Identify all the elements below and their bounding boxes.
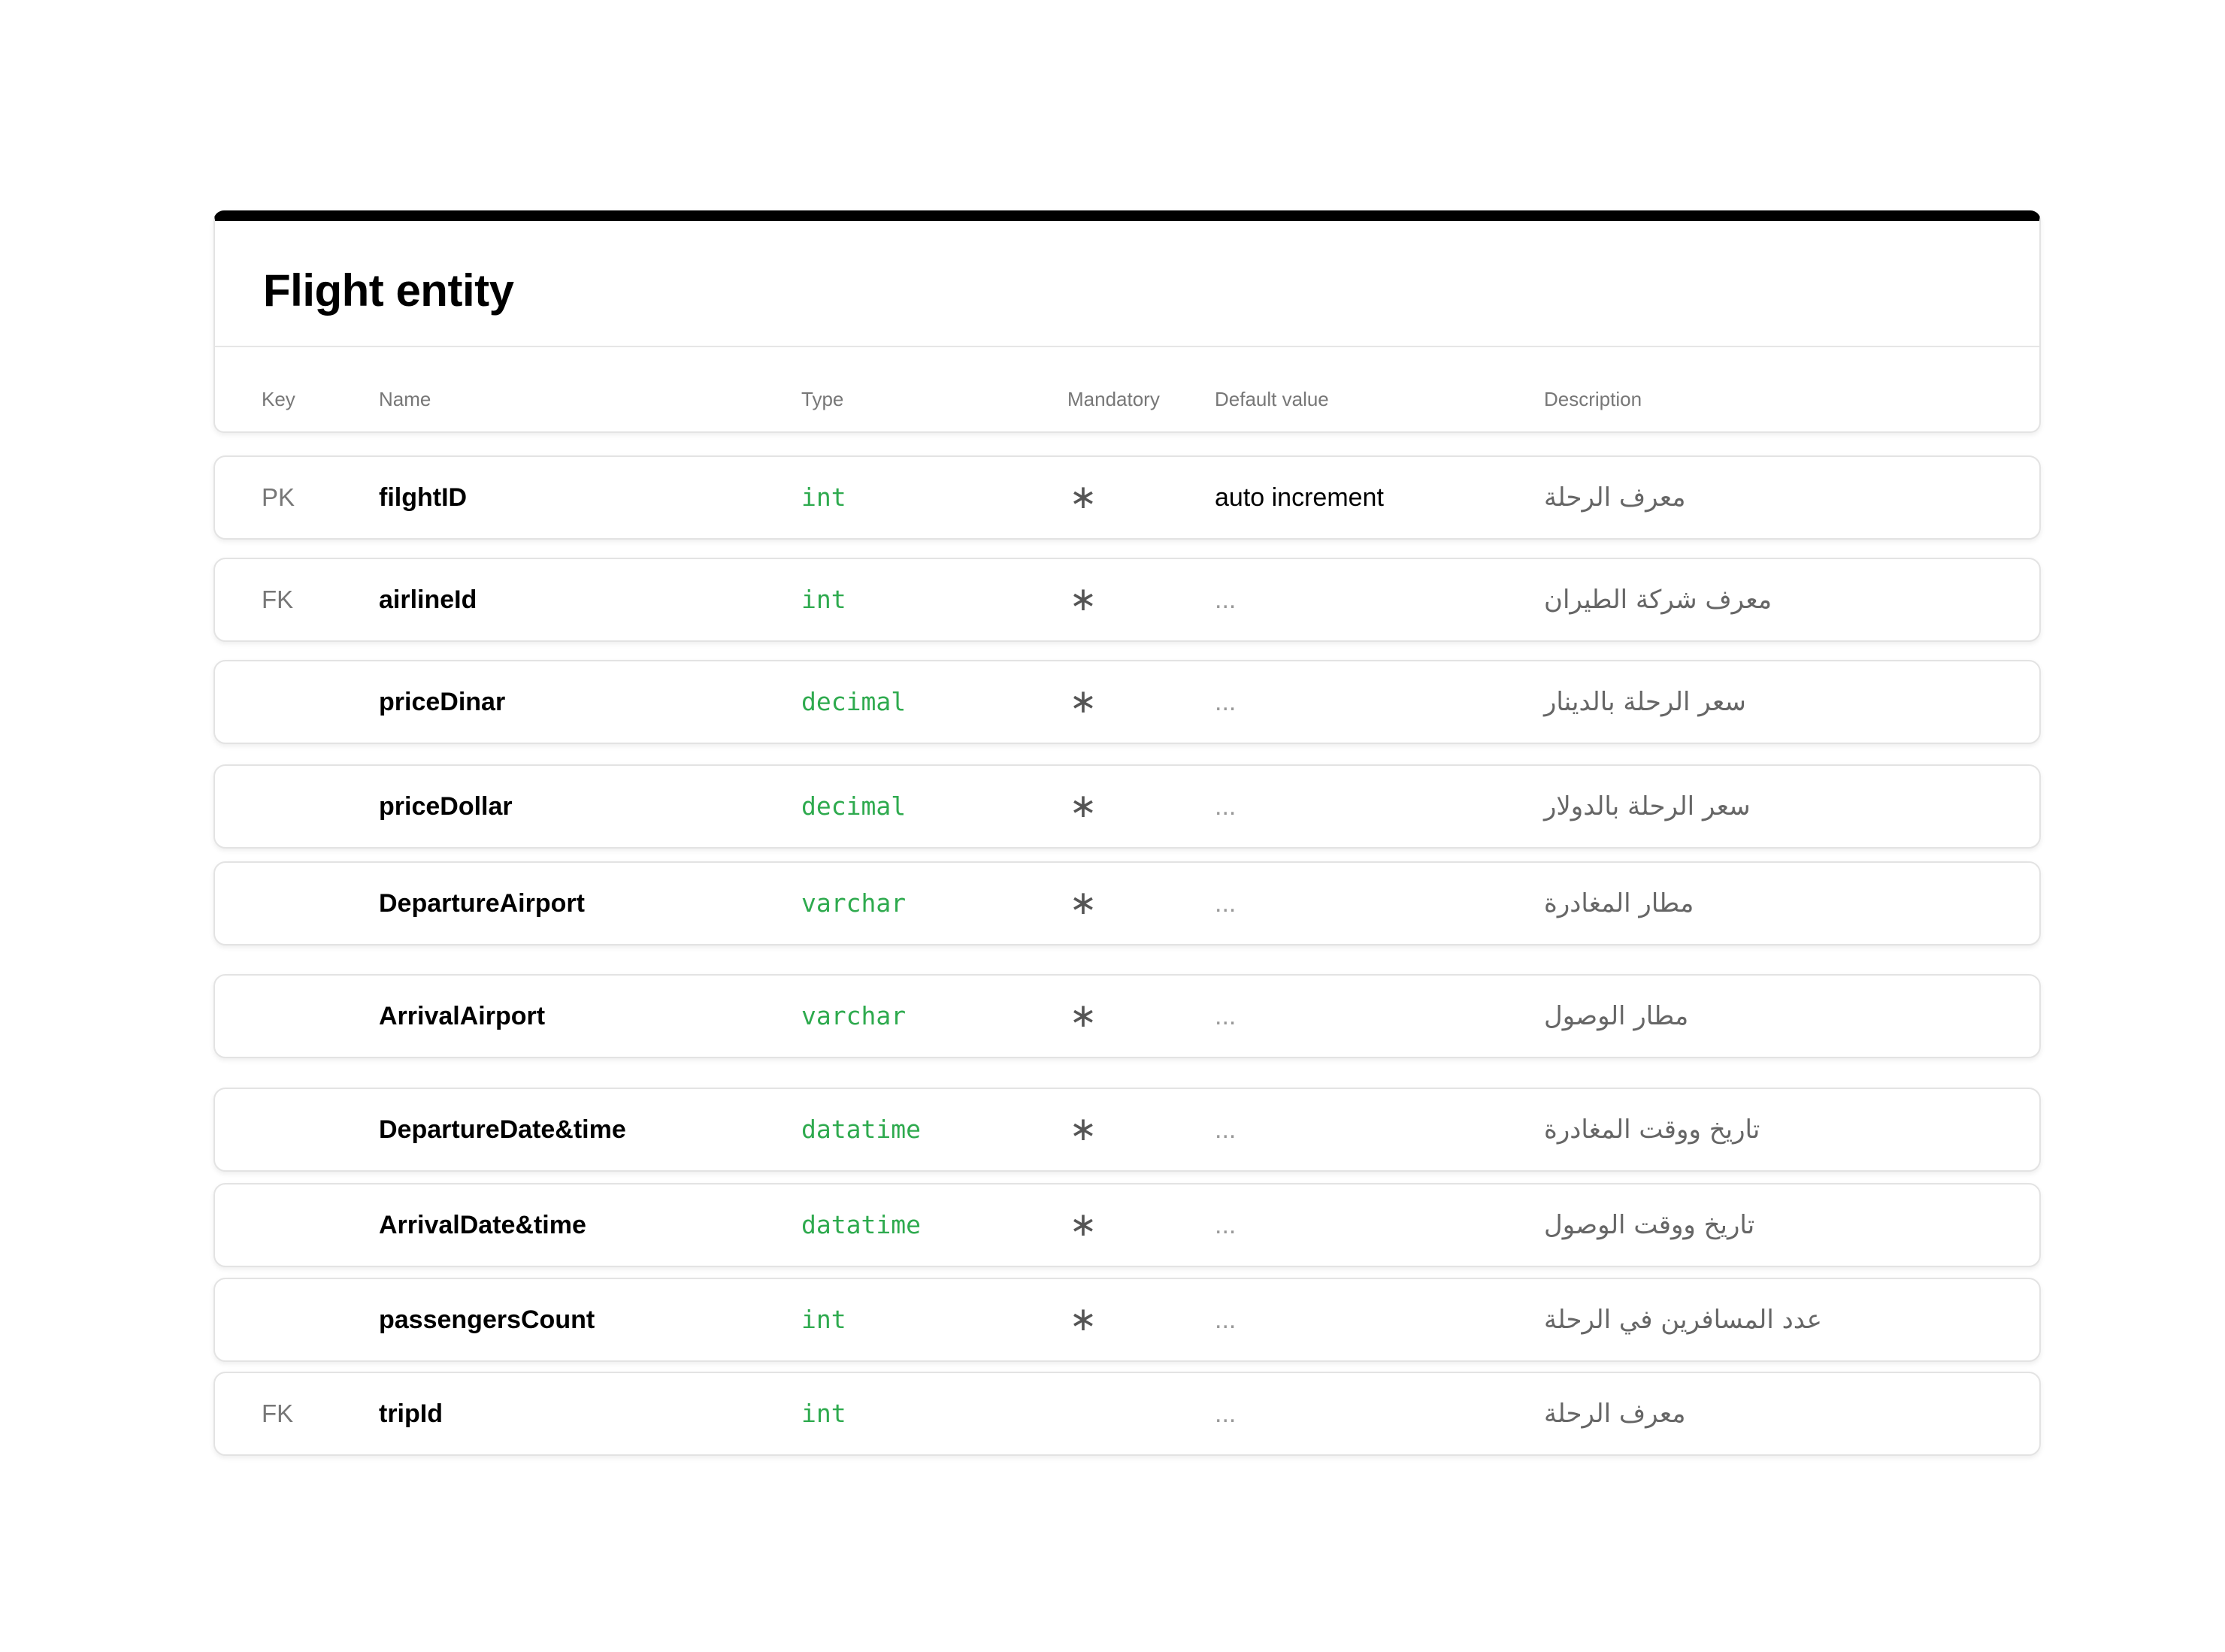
row-description: مطار الوصول bbox=[1544, 1001, 1689, 1031]
row-name: ArrivalDate&time bbox=[379, 1211, 586, 1239]
row-key: FK bbox=[262, 585, 294, 613]
row-key: PK bbox=[262, 483, 295, 511]
row-type: decimal bbox=[801, 791, 907, 821]
row-name: passengersCount bbox=[379, 1306, 595, 1334]
row-default-value: ... bbox=[1215, 792, 1237, 821]
row-default-value: ... bbox=[1215, 1306, 1237, 1334]
row-type: decimal bbox=[801, 687, 907, 716]
table-row: FK airlineId int ∗ ... معرف شركة الطيران bbox=[213, 558, 2041, 642]
row-type: int bbox=[801, 1305, 846, 1334]
row-description: معرف الرحلة bbox=[1544, 483, 1686, 513]
table-row: PK filghtID int ∗ auto increment معرف ال… bbox=[213, 455, 2041, 540]
row-name: ArrivalAirport bbox=[379, 1002, 546, 1030]
row-name: filghtID bbox=[379, 483, 468, 512]
mandatory-asterisk-icon: ∗ bbox=[1069, 682, 1097, 721]
table-row: ArrivalAirport varchar ∗ ... مطار الوصول bbox=[213, 974, 2041, 1058]
mandatory-asterisk-icon: ∗ bbox=[1069, 580, 1097, 619]
table-row: DepartureDate&time datatime ∗ ... تاريخ … bbox=[213, 1088, 2041, 1172]
table-row: FK tripId int ... معرف الرحلة bbox=[213, 1372, 2041, 1456]
row-type: datatime bbox=[801, 1115, 921, 1144]
row-name: priceDollar bbox=[379, 792, 513, 821]
row-description: تاريخ ووقت الوصول bbox=[1544, 1210, 1755, 1240]
row-description: معرف الرحلة bbox=[1544, 1399, 1686, 1429]
mandatory-asterisk-icon: ∗ bbox=[1069, 478, 1097, 516]
table-row: passengersCount int ∗ ... عدد المسافرين … bbox=[213, 1278, 2041, 1362]
table-row: ArrivalDate&time datatime ∗ ... تاريخ وو… bbox=[213, 1183, 2041, 1267]
row-default-value: ... bbox=[1215, 1399, 1237, 1428]
column-header-default-value: Default value bbox=[1215, 388, 1329, 410]
row-type: varchar bbox=[801, 888, 907, 918]
entity-title: Flight entity bbox=[263, 265, 514, 316]
row-type: datatime bbox=[801, 1210, 921, 1239]
entity-header-card: Flight entity Key Name Type Mandatory De… bbox=[213, 210, 2041, 433]
row-default-value: auto increment bbox=[1215, 483, 1384, 512]
mandatory-asterisk-icon bbox=[1067, 1373, 1099, 1454]
mandatory-asterisk-icon: ∗ bbox=[1069, 1110, 1097, 1148]
row-default-value: ... bbox=[1215, 585, 1237, 614]
mandatory-asterisk-icon: ∗ bbox=[1069, 1206, 1097, 1244]
mandatory-asterisk-icon: ∗ bbox=[1069, 997, 1097, 1035]
column-header-name: Name bbox=[379, 388, 431, 410]
mandatory-asterisk-icon: ∗ bbox=[1069, 787, 1097, 825]
column-header-type: Type bbox=[801, 388, 844, 410]
row-default-value: ... bbox=[1215, 1211, 1237, 1239]
row-name: tripId bbox=[379, 1399, 443, 1428]
row-default-value: ... bbox=[1215, 688, 1237, 716]
row-type: int bbox=[801, 483, 846, 512]
column-header-description: Description bbox=[1544, 388, 1642, 410]
header-divider bbox=[215, 346, 2039, 347]
row-name: DepartureDate&time bbox=[379, 1115, 626, 1144]
row-name: DepartureAirport bbox=[379, 889, 585, 918]
row-key: FK bbox=[262, 1399, 294, 1427]
row-type: varchar bbox=[801, 1001, 907, 1030]
row-description: معرف شركة الطيران bbox=[1544, 585, 1772, 615]
row-default-value: ... bbox=[1215, 1115, 1237, 1144]
row-description: مطار المغادرة bbox=[1544, 888, 1694, 918]
mandatory-asterisk-icon: ∗ bbox=[1069, 1300, 1097, 1339]
row-type: int bbox=[801, 585, 846, 614]
mandatory-asterisk-icon: ∗ bbox=[1069, 884, 1097, 922]
row-description: تاريخ ووقت المغادرة bbox=[1544, 1115, 1760, 1145]
row-name: priceDinar bbox=[379, 688, 506, 716]
row-default-value: ... bbox=[1215, 1002, 1237, 1030]
column-header-mandatory: Mandatory bbox=[1067, 388, 1160, 410]
table-row: DepartureAirport varchar ∗ ... مطار المغ… bbox=[213, 861, 2041, 946]
row-default-value: ... bbox=[1215, 889, 1237, 918]
row-type: int bbox=[801, 1399, 846, 1428]
row-description: عدد المسافرين في الرحلة bbox=[1544, 1305, 1822, 1335]
table-row: priceDollar decimal ∗ ... سعر الرحلة بال… bbox=[213, 764, 2041, 849]
table-row: priceDinar decimal ∗ ... سعر الرحلة بالد… bbox=[213, 660, 2041, 744]
row-description: سعر الرحلة بالدينار bbox=[1544, 687, 1746, 717]
row-description: سعر الرحلة بالدولار bbox=[1544, 791, 1751, 821]
row-name: airlineId bbox=[379, 585, 477, 614]
column-header-key: Key bbox=[262, 388, 295, 410]
